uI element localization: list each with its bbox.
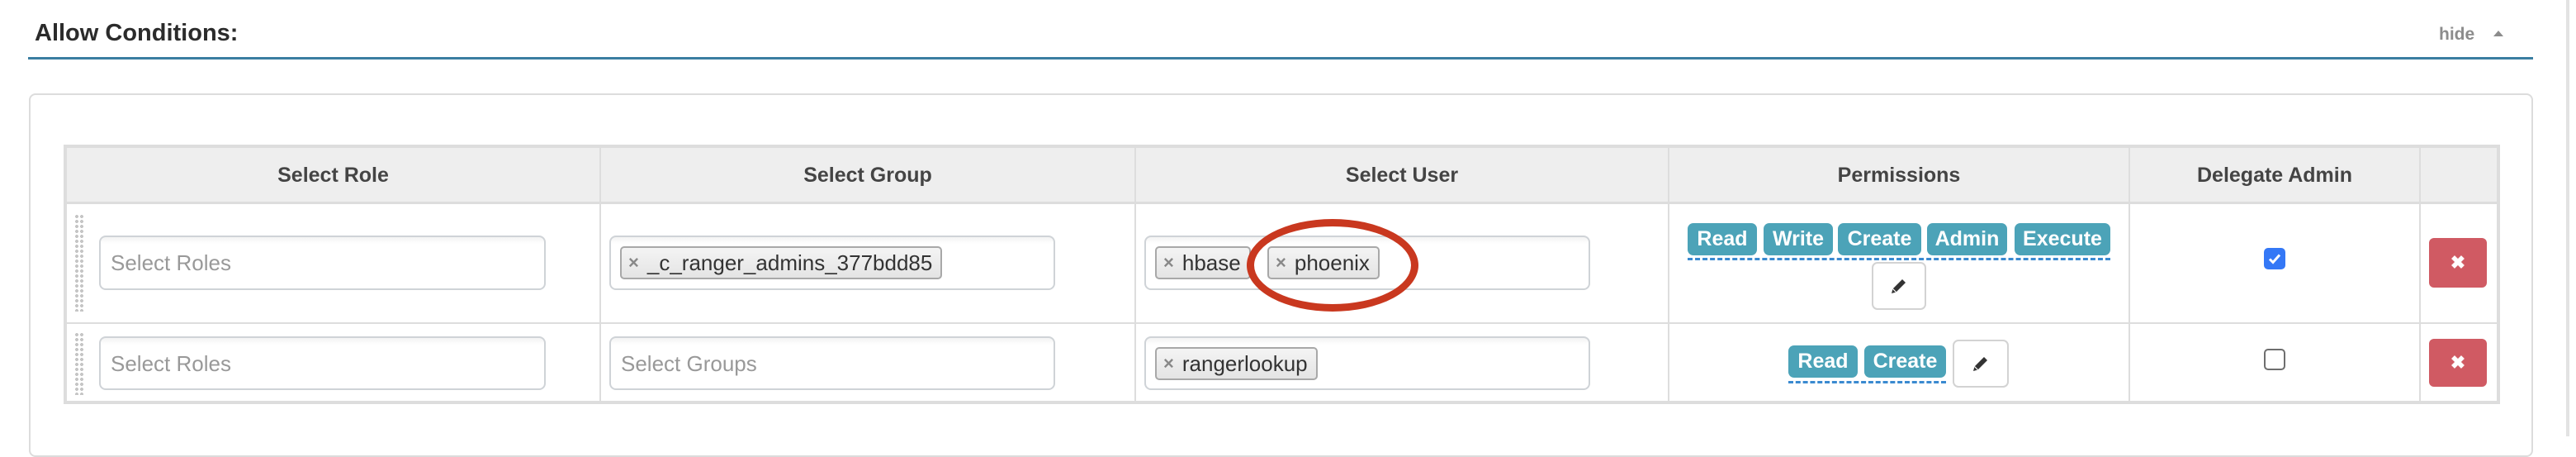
select-groups-input[interactable]: Select Groups (609, 336, 1055, 390)
remove-chip-icon[interactable]: × (628, 248, 639, 278)
header-delegate-admin: Delegate Admin (2196, 164, 2352, 187)
remove-chip-icon[interactable]: × (1163, 248, 1174, 278)
section-title: Allow Conditions: (35, 20, 239, 46)
user-chip[interactable]: × hbase (1155, 246, 1251, 279)
select-roles-input[interactable]: Select Roles (99, 336, 546, 390)
delete-row-button[interactable]: ✖ (2429, 339, 2487, 387)
section-divider (28, 57, 2533, 60)
header-actions (2421, 148, 2497, 202)
chip-label: _c_ranger_admins_377bdd85 (646, 250, 933, 275)
chip-label: hbase (1181, 250, 1241, 275)
header-permissions: Permissions (1837, 164, 1961, 187)
edit-permissions-button[interactable] (1953, 340, 2009, 388)
permissions-editable-underline[interactable] (1688, 258, 2110, 260)
drag-handle-icon[interactable] (74, 214, 84, 312)
drag-handle-icon[interactable] (74, 332, 84, 395)
permission-tag[interactable]: Admin (1927, 223, 2007, 255)
edit-permissions-button[interactable] (1872, 262, 1926, 310)
remove-chip-icon[interactable]: × (1163, 349, 1174, 378)
chip-label: phoenix (1294, 250, 1370, 275)
select-groups-placeholder: Select Groups (621, 351, 757, 376)
pencil-icon (1973, 355, 1989, 371)
select-roles-input[interactable]: Select Roles (99, 236, 546, 290)
select-users-input[interactable]: × rangerlookup (1144, 336, 1590, 390)
permission-tag[interactable]: Execute (2015, 223, 2110, 255)
delegate-admin-checkbox[interactable] (2264, 248, 2285, 269)
header-select-role: Select Role (277, 164, 389, 187)
close-icon: ✖ (2450, 352, 2466, 373)
user-chip[interactable]: × rangerlookup (1155, 347, 1318, 380)
header-select-user: Select User (1345, 164, 1459, 187)
permissions-editable-underline[interactable] (1788, 381, 1946, 383)
chip-label: rangerlookup (1181, 351, 1308, 376)
user-chip[interactable]: × phoenix (1267, 246, 1380, 279)
select-users-input[interactable]: × hbase × phoenix (1144, 236, 1590, 290)
permission-tag[interactable]: Read (1788, 345, 1858, 378)
header-select-group: Select Group (803, 164, 932, 187)
permission-tag[interactable]: Read (1688, 223, 1757, 255)
delete-row-button[interactable]: ✖ (2429, 238, 2487, 288)
remove-chip-icon[interactable]: × (1276, 248, 1286, 278)
hide-toggle-link[interactable]: hide (2439, 23, 2474, 46)
select-roles-placeholder: Select Roles (111, 250, 231, 275)
select-roles-placeholder: Select Roles (111, 351, 231, 376)
row-divider (67, 322, 2497, 324)
delegate-admin-checkbox[interactable] (2264, 349, 2285, 370)
permission-tag[interactable]: Create (1838, 223, 1921, 255)
close-icon: ✖ (2450, 252, 2466, 273)
permission-tag[interactable]: Write (1764, 223, 1833, 255)
caret-up-icon[interactable] (2493, 31, 2503, 36)
permission-tag[interactable]: Create (1864, 345, 1946, 378)
checkmark-icon (2268, 254, 2281, 264)
group-chip[interactable]: × _c_ranger_admins_377bdd85 (620, 246, 943, 279)
pencil-icon (1892, 278, 1907, 293)
page-scrollbar-track[interactable] (2566, 0, 2569, 436)
select-groups-input[interactable]: × _c_ranger_admins_377bdd85 (609, 236, 1055, 290)
